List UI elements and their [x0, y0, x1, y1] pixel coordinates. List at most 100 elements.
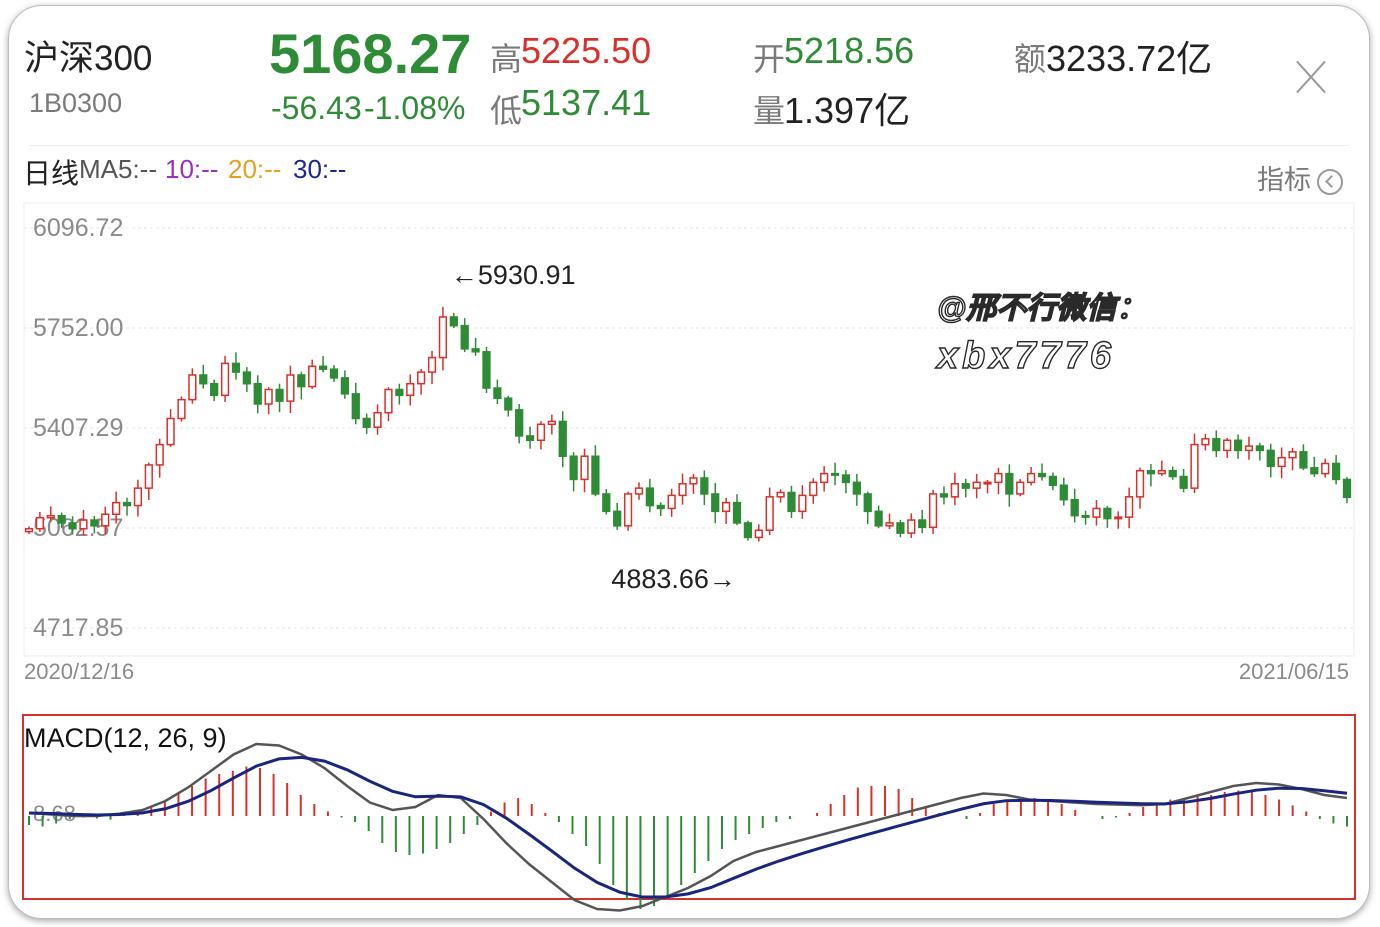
candle-down: [591, 455, 600, 495]
candle-up: [820, 472, 829, 484]
candle-up: [1092, 507, 1101, 518]
candle-up: [928, 493, 938, 529]
candle-up: [177, 398, 186, 420]
candle-down: [1005, 472, 1014, 495]
candle-up: [264, 388, 273, 405]
candle-up: [547, 420, 556, 426]
macd-title: MACD(12, 26, 9): [24, 723, 227, 753]
candle-down: [961, 483, 970, 489]
candle-down: [199, 374, 208, 385]
candle-up: [166, 417, 175, 446]
candle-down: [318, 365, 328, 370]
candle-up: [623, 493, 633, 527]
candle-down: [700, 477, 709, 495]
candle-up: [1190, 443, 1199, 489]
candle-up: [155, 443, 164, 466]
candle-down: [1048, 475, 1058, 486]
candle-up: [1201, 438, 1210, 446]
candle-down: [841, 474, 851, 484]
candle-down: [1212, 438, 1221, 452]
candle-down: [68, 522, 77, 530]
candle-up: [384, 388, 393, 414]
candle-up: [798, 494, 807, 513]
candle-up: [1321, 462, 1330, 475]
candle-up: [765, 496, 774, 531]
candle-down: [362, 417, 371, 428]
candle-down: [351, 393, 360, 420]
candle-down: [297, 374, 306, 388]
candle-down: [122, 501, 132, 507]
candle-up: [754, 529, 763, 539]
candle-down: [1299, 451, 1308, 469]
candles: [24, 306, 1352, 542]
candle-up: [885, 522, 894, 527]
candle-up: [950, 483, 959, 498]
candle-down: [711, 493, 720, 513]
candle-up: [1223, 439, 1232, 452]
candle-up: [634, 487, 644, 495]
candle-up: [79, 519, 88, 530]
candle-down: [732, 501, 742, 524]
candle-up: [983, 481, 992, 485]
candle-up: [678, 483, 687, 497]
candle-down: [743, 522, 753, 539]
y-tick-label: 5752.00: [33, 314, 123, 342]
candle-down: [569, 455, 578, 481]
candle-up: [101, 513, 110, 527]
candle-up: [373, 411, 382, 428]
candle-down: [1037, 472, 1047, 478]
candle-down: [918, 519, 927, 529]
candle-down: [242, 371, 251, 385]
candle-down: [558, 420, 567, 457]
candle-down: [787, 491, 796, 513]
candle-down: [1310, 467, 1319, 475]
candle-down: [525, 435, 535, 442]
candle-down: [939, 493, 949, 498]
y-tick-label: 5062.57: [33, 514, 123, 542]
y-tick-label: 6096.72: [33, 214, 123, 242]
high-annotation: ←5930.91: [451, 260, 576, 290]
candle-up: [667, 494, 676, 510]
candle-down: [340, 377, 350, 395]
chart-area: 6096.72 5752.00 5407.29 5062.57 4717.85 2020/…: [22, 202, 1356, 912]
candle-down: [896, 522, 905, 534]
candle-up: [1157, 469, 1166, 475]
candle-down: [1168, 469, 1177, 478]
candle-down: [1331, 462, 1341, 481]
candle-down: [449, 316, 458, 327]
candle-down: [471, 348, 480, 353]
candle-up: [1026, 472, 1036, 484]
candle-down: [1179, 475, 1188, 489]
candle-down: [231, 362, 241, 373]
candle-up: [417, 371, 426, 385]
candle-up: [1125, 496, 1134, 518]
candle-up: [972, 481, 981, 489]
candle-up: [220, 362, 230, 397]
candle-up: [689, 477, 698, 485]
candle-up: [776, 491, 785, 498]
candle-down: [460, 324, 469, 350]
candle-down: [656, 504, 665, 510]
candle-up: [144, 464, 153, 489]
candle-up: [1277, 456, 1286, 468]
candle-down: [1081, 514, 1090, 518]
candle-up: [1114, 516, 1123, 520]
candle-down: [1266, 449, 1275, 468]
candle-up: [907, 519, 916, 534]
candle-up: [112, 501, 121, 515]
candle-down: [275, 388, 284, 402]
candle-up: [994, 472, 1003, 484]
candle-up: [188, 374, 197, 401]
candle-down: [57, 514, 66, 524]
candle-up: [809, 481, 818, 497]
candle-up: [721, 501, 731, 513]
x-end-label: 2021/06/15: [1239, 659, 1349, 684]
candle-down: [1059, 484, 1068, 501]
candle-down: [493, 387, 502, 399]
x-start-label: 2020/12/16: [24, 659, 134, 684]
candle-up: [580, 455, 589, 481]
candle-down: [329, 368, 339, 379]
candle-down: [90, 519, 99, 527]
candle-up: [1135, 469, 1145, 498]
y-tick-label: 4717.85: [33, 614, 123, 642]
